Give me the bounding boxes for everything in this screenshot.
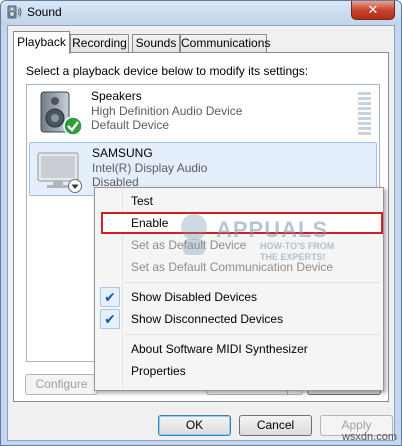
checkmark-icon: ✔ bbox=[100, 287, 120, 307]
window-title: Sound bbox=[27, 5, 62, 19]
device-item-speakers[interactable]: Speakers High Definition Audio Device De… bbox=[29, 86, 377, 140]
configure-button[interactable]: Configure bbox=[25, 374, 98, 395]
sound-app-icon bbox=[7, 5, 22, 19]
site-url: wsxdn.com bbox=[341, 431, 397, 443]
device-description: High Definition Audio Device bbox=[91, 104, 243, 118]
menu-item-properties[interactable]: Properties bbox=[97, 360, 381, 382]
mascot-logo-icon bbox=[181, 214, 207, 255]
instruction-text: Select a playback device below to modify… bbox=[26, 64, 309, 78]
device-description: Intel(R) Display Audio bbox=[92, 161, 208, 175]
menu-separator bbox=[125, 334, 379, 335]
device-status: Default Device bbox=[91, 118, 170, 132]
ok-button[interactable]: OK bbox=[158, 415, 231, 436]
checkmark-icon: ✔ bbox=[100, 309, 120, 329]
device-name: Speakers bbox=[91, 89, 142, 103]
close-icon: ✕ bbox=[367, 2, 379, 17]
menu-item-set-default-comm[interactable]: Set as Default Communication Device bbox=[97, 256, 381, 278]
watermark-tagline-2: THE EXPERTS! bbox=[260, 252, 326, 262]
disabled-arrow-icon bbox=[68, 179, 82, 193]
menu-item-show-disconnected[interactable]: ✔ Show Disconnected Devices bbox=[97, 308, 381, 330]
close-button[interactable]: ✕ bbox=[351, 1, 395, 20]
watermark-tagline: HOW-TO'S FROM bbox=[260, 241, 335, 251]
title-bar[interactable]: Sound ✕ bbox=[1, 1, 401, 23]
watermark-brand: APPUALS bbox=[216, 217, 329, 242]
menu-item-test[interactable]: Test bbox=[97, 190, 381, 212]
sound-dialog: Sound ✕ Playback Recording Sounds Commun… bbox=[0, 0, 402, 446]
menu-item-about-midi[interactable]: About Software MIDI Synthesizer bbox=[97, 338, 381, 360]
volume-meter bbox=[358, 92, 371, 137]
menu-item-show-disabled[interactable]: ✔ Show Disabled Devices bbox=[97, 286, 381, 308]
menu-separator bbox=[125, 282, 379, 283]
cancel-button[interactable]: Cancel bbox=[239, 415, 312, 436]
tab-playback[interactable]: Playback bbox=[13, 31, 70, 54]
green-check-icon bbox=[63, 116, 83, 136]
device-name: SAMSUNG bbox=[92, 146, 153, 160]
tab-recording[interactable]: Recording bbox=[70, 34, 129, 53]
tab-sounds[interactable]: Sounds bbox=[132, 34, 180, 53]
tab-communications[interactable]: Communications bbox=[180, 34, 270, 53]
